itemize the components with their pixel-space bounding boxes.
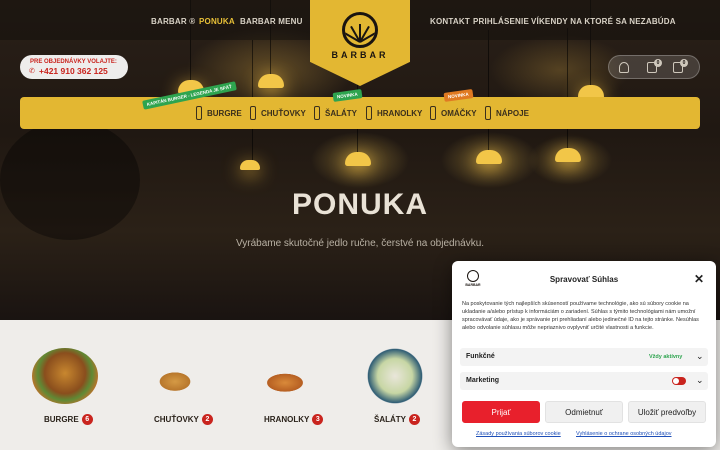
product-count: 6 [81, 414, 93, 425]
product-name: HRANOLKY [264, 415, 310, 424]
sauce-icon [430, 106, 436, 120]
product-name: ŠALÁTY [374, 415, 406, 424]
lamp [345, 32, 371, 166]
category-burgre[interactable]: BURGRE [196, 97, 242, 129]
save-preferences-button[interactable]: Uložiť predvoľby [628, 401, 706, 423]
product-label: HRANOLKY 3 [240, 414, 336, 425]
modal-title: Spravovať Súhlas [549, 275, 619, 284]
category-omacky[interactable]: OMÁČKY [430, 97, 477, 129]
onion-rings-image [142, 348, 208, 404]
accept-button[interactable]: Prijať [462, 401, 540, 423]
fries-image [252, 348, 318, 404]
nav-link-vikendy[interactable]: VÍKENDY NA KTORÉ SA NEZABÚDA [531, 17, 676, 26]
salad-icon [314, 106, 320, 120]
chevron-down-icon[interactable]: ⌄ [696, 351, 704, 362]
product-card-burgre[interactable]: BURGRE 6 [20, 338, 116, 438]
lamp [240, 40, 260, 170]
category-label: HRANOLKY [377, 108, 423, 118]
lamp [555, 28, 581, 162]
product-count: 3 [312, 414, 324, 425]
page-subtitle: Vyrábame skutočné jedlo ručne, čerstvé n… [235, 238, 485, 249]
snack-icon [250, 106, 256, 120]
marketing-section[interactable]: Marketing ⌄ [460, 372, 708, 390]
page-title: PONUKA [291, 188, 428, 221]
category-label: NÁPOJE [496, 108, 529, 118]
user-icon[interactable] [619, 62, 629, 73]
deny-button[interactable]: Odmietnuť [545, 401, 623, 423]
product-name: CHUŤOVKY [154, 415, 199, 424]
burger-icon [196, 106, 202, 120]
cart-count: 0 [680, 59, 688, 67]
shadow-left [0, 120, 140, 240]
burger-image [32, 348, 98, 404]
functional-section[interactable]: Funkčné Vždy aktívny ⌄ [460, 348, 708, 366]
product-card-chutovky[interactable]: CHUŤOVKY 2 [130, 338, 226, 438]
nav-link-prihlasenie[interactable]: PRIHLÁSENIE [473, 17, 529, 26]
sun-icon [342, 12, 378, 48]
product-card-salaty[interactable]: ŠALÁTY 2 [350, 338, 446, 438]
category-label: OMÁČKY [441, 108, 477, 118]
fries-icon [366, 106, 372, 120]
category-label: BURGRE [207, 108, 242, 118]
product-count: 2 [201, 414, 213, 425]
nav-link-barbar-menu[interactable]: BARBAR MENU [240, 17, 303, 26]
category-label: ŠALÁTY [325, 108, 357, 118]
phone-icon: ✆ [29, 68, 35, 75]
chevron-down-icon[interactable]: ⌄ [696, 375, 704, 386]
category-label: CHUŤOVKY [261, 108, 306, 118]
product-label: BURGRE 6 [20, 414, 116, 425]
product-card-hranolky[interactable]: HRANOLKY 3 [240, 338, 336, 438]
marketing-label: Marketing [466, 377, 500, 384]
lamp [258, 0, 284, 88]
functional-label: Funkčné [466, 353, 495, 360]
header-icons: 0 0 [608, 55, 700, 79]
nav-link-ponuka[interactable]: PONUKA [199, 17, 235, 26]
cookie-policy-link[interactable]: Zásady používania súborov cookie [476, 431, 561, 437]
phone-contact[interactable]: PRE OBJEDNÁVKY VOLAJTE: ✆ +421 910 362 1… [20, 55, 128, 79]
category-salaty[interactable]: ŠALÁTY [314, 97, 357, 129]
category-bar: BURGRE CHUŤOVKY ŠALÁTY HRANOLKY OMÁČKY N… [20, 81, 700, 129]
category-hranolky[interactable]: HRANOLKY [366, 97, 422, 129]
category-napoje[interactable]: NÁPOJE [485, 97, 529, 129]
product-label: ŠALÁTY 2 [350, 414, 446, 425]
consent-text: Na poskytovanie tých najlepších skúsenos… [462, 301, 699, 331]
close-icon[interactable]: ✕ [694, 272, 704, 286]
privacy-policy-link[interactable]: Vyhlásenie o ochrane osobných údajov [576, 431, 672, 437]
cookie-consent-modal: BARBAR Spravovať Súhlas ✕ Na poskytovani… [452, 261, 716, 447]
wishlist-count: 0 [654, 59, 662, 67]
nav-link-barbar[interactable]: BARBAR ® [151, 17, 195, 26]
logo-text: BARBAR [331, 50, 389, 60]
product-name: BURGRE [44, 415, 79, 424]
product-label: CHUŤOVKY 2 [130, 414, 226, 425]
category-chutovky[interactable]: CHUŤOVKY [250, 97, 306, 129]
functional-status: Vždy aktívny [649, 354, 683, 360]
cart-icon[interactable]: 0 [673, 59, 688, 73]
phone-number: +421 910 362 125 [39, 66, 108, 76]
marketing-toggle[interactable] [672, 377, 686, 385]
heart-icon[interactable]: 0 [647, 59, 662, 73]
product-count: 2 [409, 414, 420, 425]
phone-label: PRE OBJEDNÁVKY VOLAJTE: [30, 59, 117, 65]
nav-link-kontakt[interactable]: KONTAKT [430, 17, 470, 26]
salad-image [362, 348, 428, 404]
lamp [476, 30, 502, 164]
drink-icon [485, 106, 491, 120]
